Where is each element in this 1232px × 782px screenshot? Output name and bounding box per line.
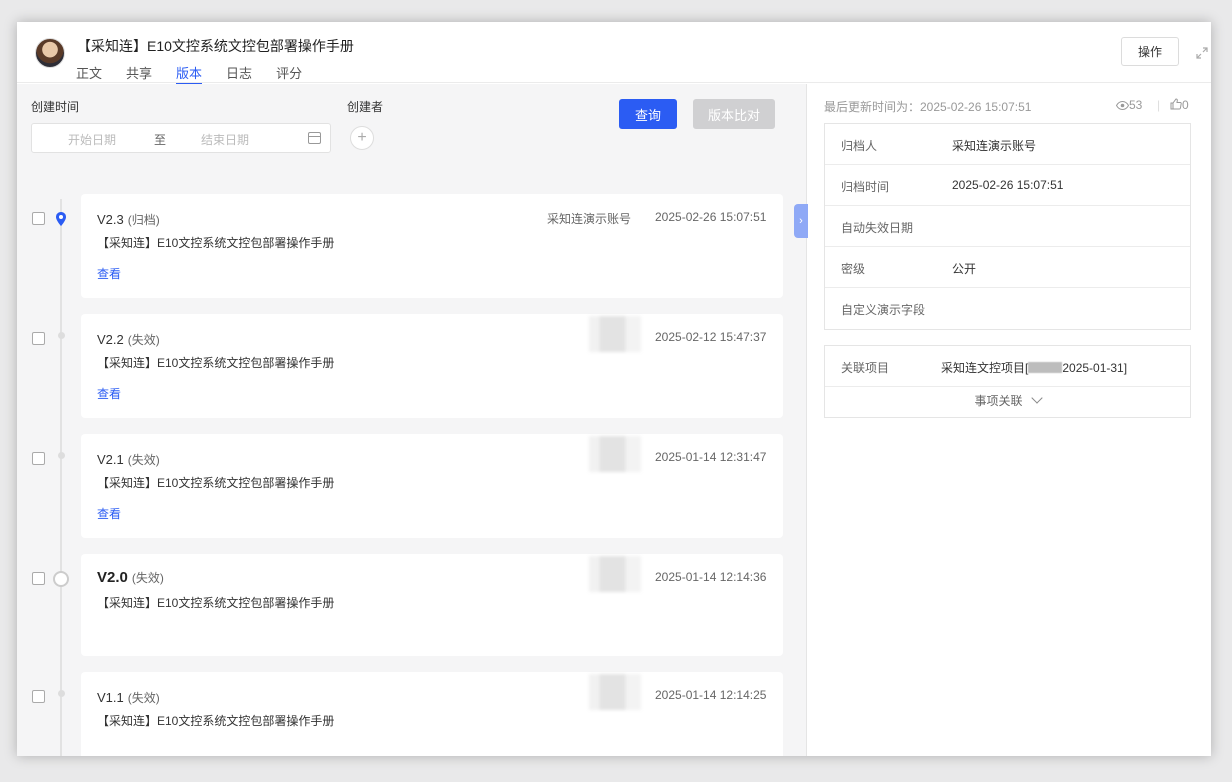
version-card[interactable]: V2.1 (失效) 【采知连】E10文控系统文控包部署操作手册 查看 2025-0… [81, 434, 783, 538]
query-button[interactable]: 查询 [619, 99, 677, 129]
version-creator: 采知连演示账号 [547, 212, 632, 226]
tab-log[interactable]: 日志 [226, 63, 252, 83]
info-row: 归档时间 2025-02-26 15:07:51 [825, 165, 1190, 206]
tab-bar: 正文 共享 版本 日志 评分 [76, 63, 326, 85]
related-project-suffix: 2025-01-31] [1062, 361, 1128, 375]
eye-icon [1115, 100, 1130, 111]
tab-share[interactable]: 共享 [126, 63, 152, 83]
calendar-icon[interactable] [308, 132, 321, 144]
related-project-label: 关联项目 [841, 361, 890, 375]
version-title: 【采知连】E10文控系统文控包部署操作手册 [97, 476, 335, 490]
collapse-panel-toggle[interactable]: › [794, 204, 808, 238]
version-time: 2025-01-14 12:31:47 [655, 450, 767, 464]
document-info-pane: 最后更新时间为：2025-02-26 15:07:51 53 | 0 归档人 采… [808, 84, 1211, 756]
version-label: V2.3 (归档) [97, 212, 160, 227]
version-time: 2025-01-14 12:14:25 [655, 688, 767, 702]
avatar[interactable] [35, 38, 65, 68]
document-window: 【采知连】E10文控系统文控包部署操作手册 正文 共享 版本 日志 评分 操作 … [17, 22, 1211, 756]
version-time: 2025-02-12 15:47:37 [655, 330, 767, 344]
related-items-expand[interactable]: 事项关联 [825, 387, 1190, 417]
version-title: 【采知连】E10文控系统文控包部署操作手册 [97, 596, 335, 610]
version-title: 【采知连】E10文控系统文控包部署操作手册 [97, 236, 335, 250]
archive-info-table: 归档人 采知连演示账号 归档时间 2025-02-26 15:07:51 自动失… [824, 123, 1191, 330]
info-row: 密级 公开 [825, 247, 1190, 288]
related-project-prefix: 采知连文控项目[ [941, 361, 1029, 375]
info-key: 归档人 [841, 139, 878, 153]
version-time: 2025-01-14 12:14:36 [655, 570, 767, 584]
redacted-creator-avatar [589, 436, 641, 472]
like-button[interactable]: 0 [1170, 98, 1189, 112]
info-value: 2025-02-26 15:07:51 [952, 178, 1064, 192]
related-items-label: 事项关联 [974, 394, 1023, 408]
version-label: V2.2 (失效) [97, 332, 160, 347]
related-items-table: 关联项目 采知连文控项目[ 2025-01-31] 事项关联 [824, 345, 1191, 418]
version-checkbox[interactable] [32, 572, 45, 585]
date-range-separator: 至 [154, 133, 167, 147]
timeline-dot [58, 452, 65, 459]
version-label: V1.1 (失效) [97, 690, 160, 705]
info-value: 公开 [952, 262, 977, 276]
view-link[interactable]: 查看 [97, 265, 121, 282]
version-label: V2.0 (失效) [97, 569, 164, 586]
thumb-up-icon[interactable] [1170, 98, 1182, 110]
redacted-mask [1028, 362, 1063, 373]
timeline-dot [58, 332, 65, 339]
version-title: 【采知连】E10文控系统文控包部署操作手册 [97, 714, 335, 728]
tab-body[interactable]: 正文 [76, 63, 102, 83]
like-count-value: 0 [1182, 98, 1189, 112]
add-creator-button[interactable]: + [350, 126, 374, 150]
operation-button[interactable]: 操作 [1121, 37, 1179, 66]
version-checkbox[interactable] [32, 452, 45, 465]
info-key: 自定义演示字段 [841, 303, 926, 317]
version-checkbox[interactable] [32, 212, 45, 225]
related-project-link[interactable]: 采知连文控项目[ 2025-01-31] [941, 359, 1127, 376]
date-range-picker[interactable]: 开始日期 至 结束日期 [31, 123, 331, 153]
redacted-creator-avatar [589, 674, 641, 710]
redacted-creator-avatar [589, 316, 641, 352]
stat-divider: | [1157, 98, 1161, 112]
end-date-input[interactable]: 结束日期 [201, 131, 249, 148]
chevron-down-icon [1030, 392, 1043, 404]
info-key: 密级 [841, 262, 866, 276]
tab-rating[interactable]: 评分 [276, 63, 302, 83]
view-count: 53 [1115, 98, 1143, 112]
last-updated-text: 最后更新时间为：2025-02-26 15:07:51 [824, 100, 1032, 114]
view-count-value: 53 [1129, 98, 1143, 112]
timeline-dot [58, 690, 65, 697]
version-list-pane: 创建时间 开始日期 至 结束日期 创建者 + 查询 版本比对 V2.3 (归档) … [17, 84, 808, 756]
version-card[interactable]: V1.1 (失效) 【采知连】E10文控系统文控包部署操作手册 2025-01-1… [81, 672, 783, 756]
version-card[interactable]: V2.2 (失效) 【采知连】E10文控系统文控包部署操作手册 查看 2025-0… [81, 314, 783, 418]
view-link[interactable]: 查看 [97, 385, 121, 402]
timeline-line [60, 199, 62, 756]
created-time-label: 创建时间 [31, 100, 80, 114]
creator-label: 创建者 [347, 100, 384, 114]
version-title: 【采知连】E10文控系统文控包部署操作手册 [97, 356, 335, 370]
related-project-row: 关联项目 采知连文控项目[ 2025-01-31] [825, 346, 1190, 387]
location-pin-icon [56, 212, 66, 226]
version-checkbox[interactable] [32, 690, 45, 703]
redacted-creator-avatar [589, 556, 641, 592]
page-title: 【采知连】E10文控系统文控包部署操作手册 [77, 38, 354, 54]
info-row: 自动失效日期 [825, 206, 1190, 247]
version-time: 2025-02-26 15:07:51 [655, 210, 767, 224]
version-checkbox[interactable] [32, 332, 45, 345]
info-row: 自定义演示字段 [825, 288, 1190, 329]
info-value: 采知连演示账号 [952, 139, 1037, 153]
view-link[interactable]: 查看 [97, 505, 121, 522]
version-label: V2.1 (失效) [97, 452, 160, 467]
document-header: 【采知连】E10文控系统文控包部署操作手册 正文 共享 版本 日志 评分 操作 [17, 22, 1211, 85]
timeline-ring [53, 571, 69, 587]
expand-icon[interactable] [1195, 46, 1209, 60]
info-row: 归档人 采知连演示账号 [825, 124, 1190, 165]
version-compare-button[interactable]: 版本比对 [693, 99, 775, 129]
start-date-input[interactable]: 开始日期 [68, 131, 116, 148]
info-key: 归档时间 [841, 180, 890, 194]
version-card[interactable]: V2.0 (失效) 【采知连】E10文控系统文控包部署操作手册 2025-01-1… [81, 554, 783, 656]
tab-version[interactable]: 版本 [176, 63, 203, 85]
info-key: 自动失效日期 [841, 221, 914, 235]
version-card[interactable]: V2.3 (归档) 【采知连】E10文控系统文控包部署操作手册 查看 采知连演示账… [81, 194, 783, 298]
